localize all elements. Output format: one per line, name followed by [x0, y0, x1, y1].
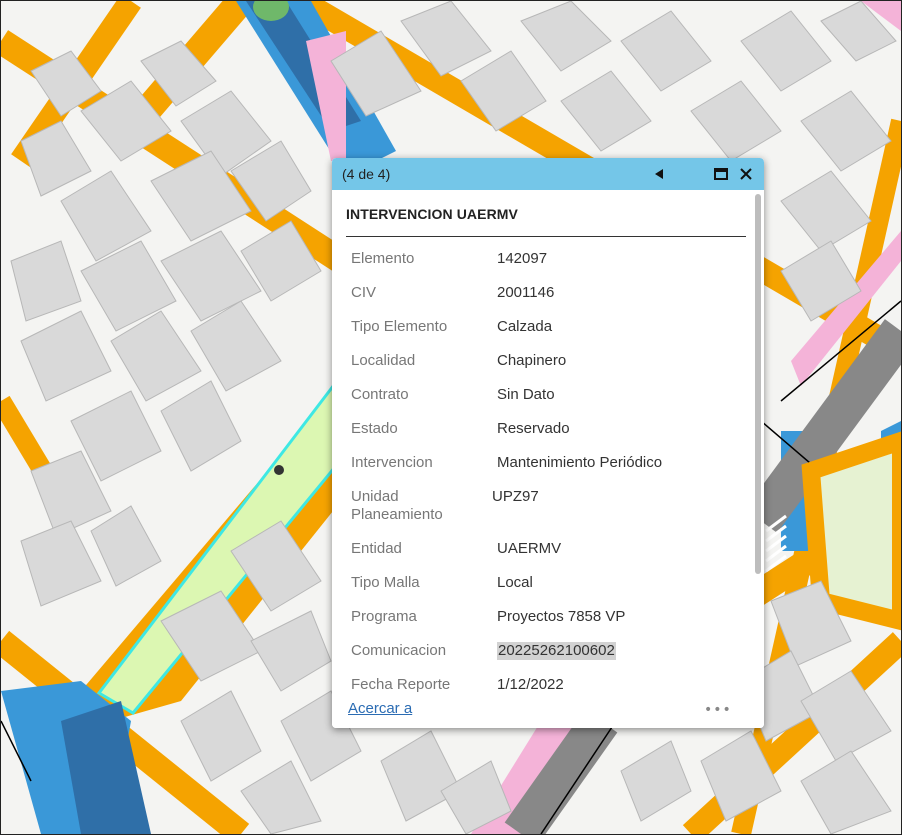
attribute-value: Chapinero	[497, 352, 567, 369]
attribute-row: Elemento 142097	[346, 250, 746, 268]
location-marker-icon[interactable]	[274, 465, 284, 475]
triangle-left-icon	[655, 169, 663, 179]
zoom-to-link[interactable]: Acercar a	[348, 700, 412, 717]
attribute-row: Comunicacion 20225262100602	[346, 642, 746, 660]
attribute-row: Intervencion Mantenimiento Periódico	[346, 454, 746, 472]
attribute-row: Estado Reservado	[346, 420, 746, 438]
close-button[interactable]	[734, 162, 758, 186]
attribute-label: Tipo Malla	[351, 574, 420, 591]
more-options-icon[interactable]: •••	[704, 702, 731, 718]
attribute-value-selected[interactable]: 20225262100602	[497, 642, 616, 660]
attribute-row: Contrato Sin Dato	[346, 386, 746, 404]
attribute-value: Mantenimiento Periódico	[497, 454, 663, 471]
feature-counter: (4 de 4)	[342, 166, 391, 182]
attribute-value: 142097	[497, 250, 548, 267]
attribute-label: Tipo Elemento	[351, 318, 448, 335]
attribute-value: 2001146	[497, 284, 555, 301]
attribute-value: 1/12/2022	[497, 676, 564, 693]
attribute-label: Contrato	[351, 386, 409, 403]
attribute-value: Reservado	[497, 420, 570, 437]
maximize-icon	[714, 168, 728, 180]
attribute-row: Entidad UAERMV	[346, 540, 746, 558]
info-popup: (4 de 4) INTERVENCION UAERMV Elemento 14…	[332, 158, 764, 728]
attribute-value: Proyectos 7858 VP	[497, 608, 626, 625]
attribute-label: Entidad	[351, 540, 402, 557]
attribute-label: Programa	[351, 608, 417, 625]
attribute-label: Localidad	[351, 352, 416, 369]
attribute-value: UPZ97	[492, 488, 539, 505]
attribute-row: Tipo Malla Local	[346, 574, 746, 592]
attribute-row: Unidad Planeamiento UPZ97	[346, 488, 746, 524]
scrollbar-thumb[interactable]	[755, 194, 761, 574]
map-frame: (4 de 4) INTERVENCION UAERMV Elemento 14…	[0, 0, 902, 835]
attribute-value: Calzada	[497, 318, 553, 335]
attribute-value: Sin Dato	[497, 386, 555, 403]
popup-footer: Acercar a •••	[332, 698, 764, 728]
attribute-label: Comunicacion	[351, 642, 447, 659]
attribute-row: Programa Proyectos 7858 VP	[346, 608, 746, 626]
attribute-row: Localidad Chapinero	[346, 352, 746, 370]
attribute-value: Local	[497, 574, 533, 591]
popup-scrollbar[interactable]	[754, 194, 762, 698]
popup-body: INTERVENCION UAERMV Elemento 142097 CIV 20…	[346, 190, 752, 700]
attribute-row: Tipo Elemento Calzada	[346, 318, 746, 336]
attribute-label: Estado	[351, 420, 398, 437]
attribute-row: Fecha Reporte 1/12/2022	[346, 676, 746, 694]
attribute-label: Fecha Reporte	[351, 676, 451, 693]
previous-feature-button[interactable]	[648, 162, 670, 186]
attribute-value: UAERMV	[497, 540, 562, 557]
attribute-label: Elemento	[351, 250, 415, 267]
title-divider	[346, 236, 746, 237]
popup-title: INTERVENCION UAERMV	[346, 206, 518, 222]
maximize-button[interactable]	[710, 162, 732, 186]
attribute-label: Unidad Planeamiento	[351, 488, 443, 523]
attribute-label: Intervencion	[351, 454, 433, 471]
attribute-label: CIV	[351, 284, 377, 301]
attribute-table: Elemento 142097 CIV 2001146 Tipo Elemento C…	[346, 250, 746, 710]
close-icon	[740, 168, 752, 180]
popup-header: (4 de 4)	[332, 158, 764, 190]
attribute-row: CIV 2001146	[346, 284, 746, 302]
